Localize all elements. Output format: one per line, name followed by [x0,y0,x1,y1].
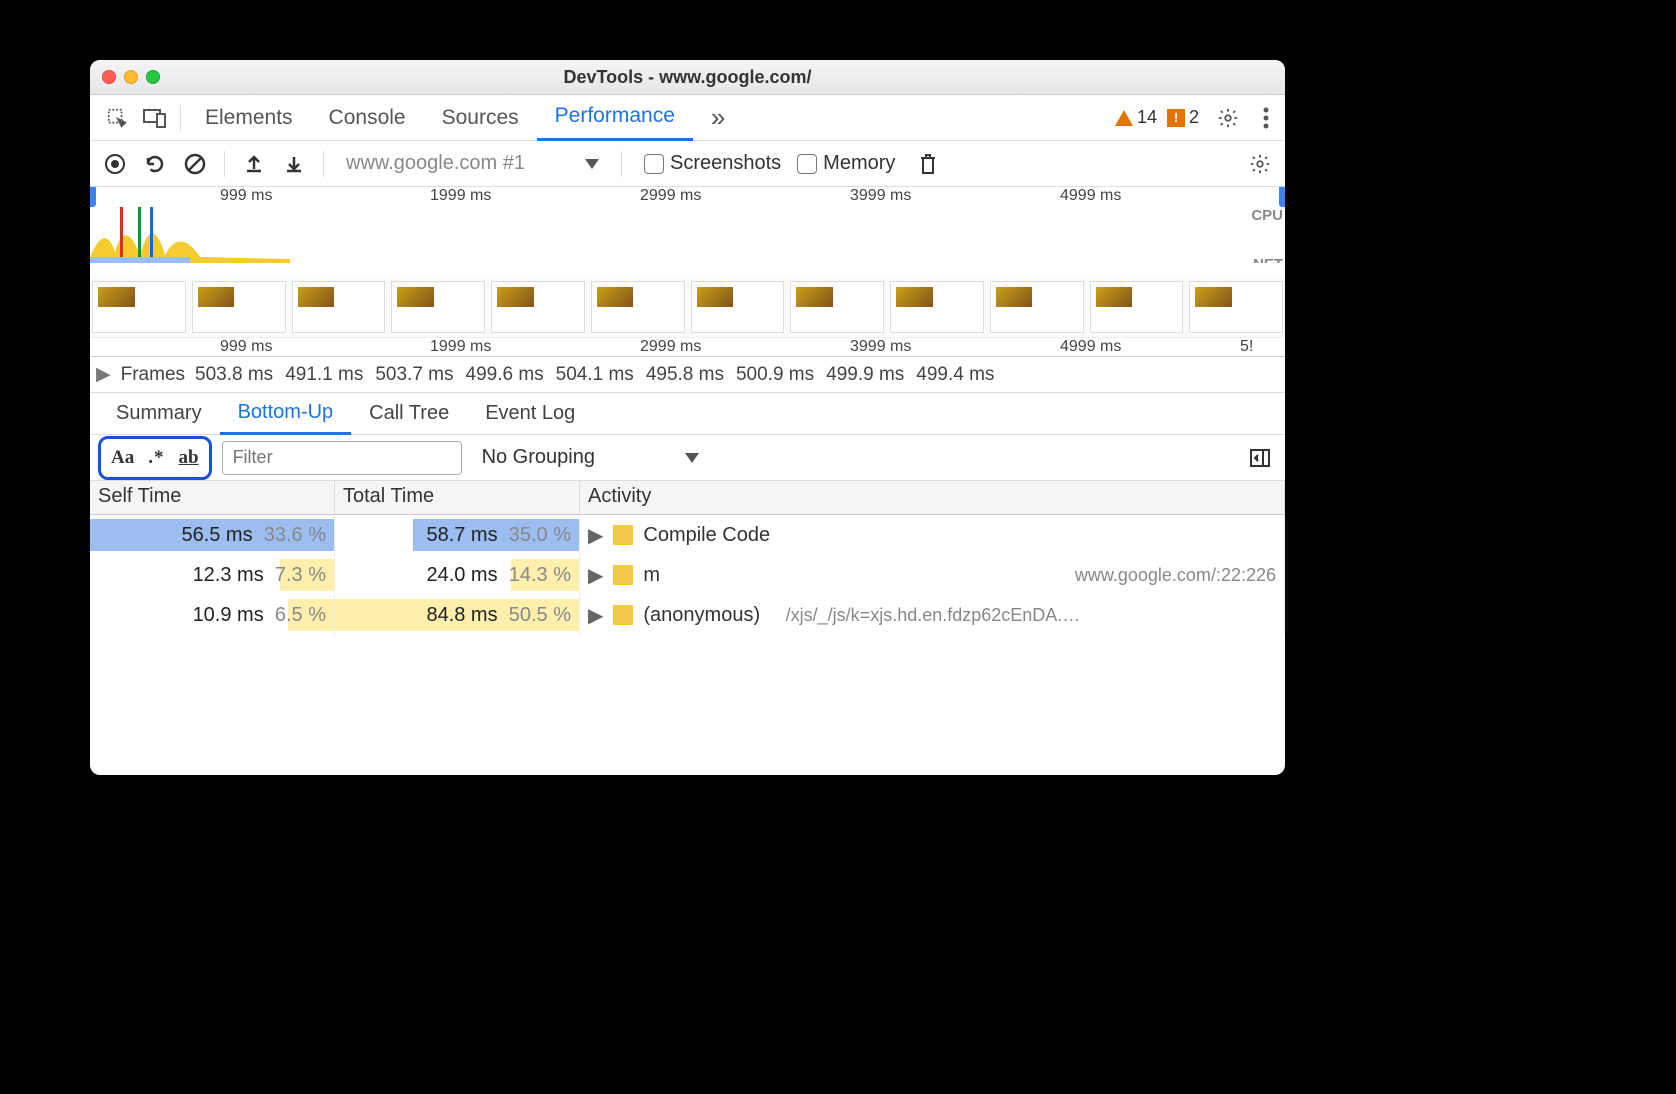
chevron-down-icon [585,159,599,169]
whole-word-icon[interactable]: ab [178,447,198,469]
marker-blue [150,207,153,263]
filter-options-highlighted: Aa .* ab [98,436,212,480]
source-link[interactable]: www.google.com/:22:226 [1075,565,1276,586]
expand-frames-icon[interactable]: ▶ [96,363,111,386]
recording-select[interactable]: www.google.com #1 [336,152,609,175]
filmstrip-thumb[interactable] [92,281,186,333]
overview-ruler: 999 ms 1999 ms 2999 ms 3999 ms 4999 ms [90,187,1285,207]
net-overview [90,263,1285,277]
frame-times: 503.8 ms 491.1 ms 503.7 ms 499.6 ms 504.… [195,364,994,386]
filmstrip-thumb[interactable] [1090,281,1184,333]
col-total-time[interactable]: Total Time [335,481,580,514]
tab-console[interactable]: Console [311,95,424,141]
download-profile-button[interactable] [277,147,311,181]
bottom-up-table: Self Time Total Time Activity 56.5 ms 33… [90,481,1285,775]
screenshot-filmstrip[interactable] [90,277,1285,337]
filmstrip-thumb[interactable] [292,281,386,333]
window-title: DevTools - www.google.com/ [90,67,1285,88]
disclosure-icon[interactable]: ▶ [588,563,603,588]
tabs-overflow-icon[interactable]: » [693,95,743,141]
window-titlebar: DevTools - www.google.com/ [90,60,1285,95]
timeline-overview[interactable]: 999 ms 1999 ms 2999 ms 3999 ms 4999 ms C… [90,187,1285,357]
tab-call-tree[interactable]: Call Tree [351,393,467,435]
tab-performance[interactable]: Performance [537,95,693,141]
toggle-sidebar-icon[interactable] [1243,441,1277,475]
activity-color-icon [613,525,633,545]
frames-track[interactable]: ▶ Frames 503.8 ms 491.1 ms 503.7 ms 499.… [90,357,1285,393]
frames-label: Frames [121,364,185,386]
kebab-menu-icon[interactable] [1247,95,1285,141]
table-header: Self Time Total Time Activity [90,481,1285,515]
activity-color-icon [613,605,633,625]
filter-input[interactable] [222,441,462,475]
filmstrip-thumb[interactable] [691,281,785,333]
filmstrip-thumb[interactable] [790,281,884,333]
grouping-select[interactable]: No Grouping [482,446,699,469]
filmstrip-thumb[interactable] [391,281,485,333]
cpu-overview: CPU NET [90,207,1285,263]
disclosure-icon[interactable]: ▶ [588,603,603,628]
filmstrip-thumb[interactable] [491,281,585,333]
device-toolbar-icon[interactable] [136,95,174,141]
activity-color-icon [613,565,633,585]
tab-summary[interactable]: Summary [98,393,220,435]
clear-button[interactable] [178,147,212,181]
performance-toolbar: www.google.com #1 Screenshots Memory [90,141,1285,187]
filmstrip-thumb[interactable] [192,281,286,333]
table-row[interactable]: 12.3 ms 7.3 % 24.0 ms 14.3 % ▶mwww.googl… [90,555,1285,595]
bottom-up-filter-bar: Aa .* ab No Grouping [90,435,1285,481]
filmstrip-thumb[interactable] [990,281,1084,333]
upload-profile-button[interactable] [237,147,271,181]
record-button[interactable] [98,147,132,181]
match-case-icon[interactable]: Aa [111,447,134,469]
warning-icon [1115,110,1133,126]
tab-bottom-up[interactable]: Bottom-Up [220,393,352,435]
warnings-badge[interactable]: 14 [1115,107,1157,128]
col-self-time[interactable]: Self Time [90,481,335,514]
main-tabstrip: Elements Console Sources Performance » 1… [90,95,1285,141]
screenshots-checkbox[interactable]: Screenshots [644,152,781,175]
marker-green [138,207,141,263]
table-row[interactable]: 10.9 ms 6.5 % 84.8 ms 50.5 % ▶(anonymous… [90,595,1285,635]
memory-checkbox[interactable]: Memory [797,152,895,175]
delete-recording-button[interactable] [911,147,945,181]
source-link[interactable]: /xjs/_/js/k=xjs.hd.en.fdzp62cEnDA.… [786,605,1081,626]
settings-icon[interactable] [1209,95,1247,141]
issues-badge[interactable]: ! 2 [1167,107,1199,128]
details-tabstrip: Summary Bottom-Up Call Tree Event Log [90,393,1285,435]
regex-icon[interactable]: .* [148,447,164,469]
inspect-element-icon[interactable] [98,95,136,141]
capture-settings-icon[interactable] [1243,147,1277,181]
overview-handle-right[interactable] [1279,187,1285,207]
chevron-down-icon [685,453,699,463]
tab-sources[interactable]: Sources [424,95,537,141]
disclosure-icon[interactable]: ▶ [588,523,603,548]
table-row[interactable]: 56.5 ms 33.6 % 58.7 ms 35.0 % ▶Compile C… [90,515,1285,555]
issue-icon: ! [1167,109,1185,127]
tab-elements[interactable]: Elements [187,95,311,141]
filmstrip-thumb[interactable] [591,281,685,333]
filmstrip-thumb[interactable] [890,281,984,333]
reload-record-button[interactable] [138,147,172,181]
tab-event-log[interactable]: Event Log [467,393,593,435]
overview-ruler-bottom: 999 ms 1999 ms 2999 ms 3999 ms 4999 ms 5… [90,337,1285,357]
marker-red [120,207,123,263]
filmstrip-thumb[interactable] [1189,281,1283,333]
devtools-window: DevTools - www.google.com/ Elements Cons… [90,60,1285,775]
col-activity[interactable]: Activity [580,481,1285,514]
